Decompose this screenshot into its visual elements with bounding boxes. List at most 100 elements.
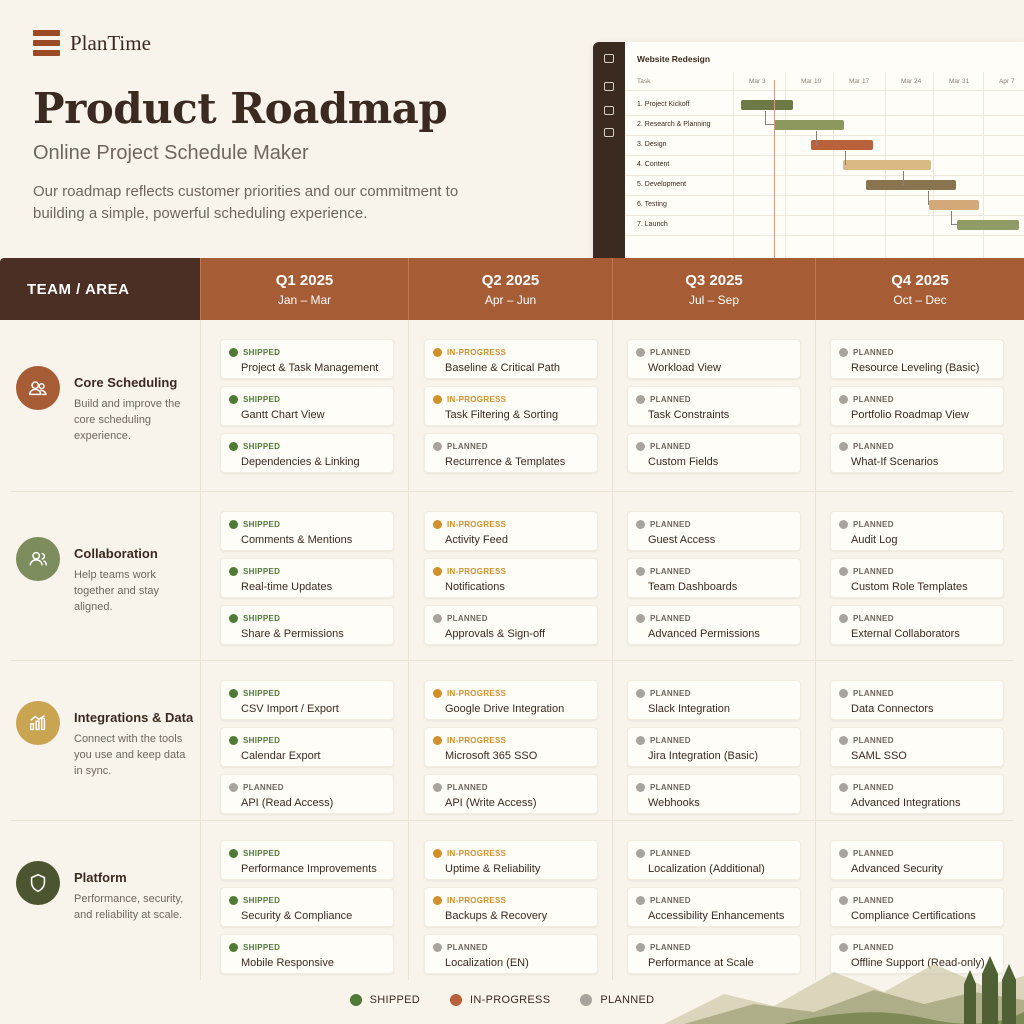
roadmap-item-card[interactable]: PLANNED Advanced Permissions [627, 605, 801, 645]
status-badge: PLANNED [839, 442, 894, 451]
roadmap-item-card[interactable]: PLANNED Compliance Certifications [830, 887, 1004, 927]
roadmap-item-card[interactable]: PLANNED Custom Role Templates [830, 558, 1004, 598]
roadmap-item-card[interactable]: PLANNED Team Dashboards [627, 558, 801, 598]
roadmap-item-card[interactable]: IN-PROGRESS Uptime & Reliability [424, 840, 598, 880]
status-badge: PLANNED [229, 783, 284, 792]
roadmap-item-card[interactable]: PLANNED Data Connectors [830, 680, 1004, 720]
dependency-connector [903, 171, 904, 185]
status-badge: PLANNED [839, 567, 894, 576]
calendar-icon[interactable] [604, 82, 614, 91]
preview-row-line [625, 195, 1024, 196]
quarter-range: Apr – Jun [484, 293, 537, 307]
roadmap-item-card[interactable]: PLANNED Slack Integration [627, 680, 801, 720]
roadmap-item-card[interactable]: PLANNED API (Write Access) [424, 774, 598, 814]
roadmap-item-card[interactable]: PLANNED Webhooks [627, 774, 801, 814]
status-text: PLANNED [447, 783, 488, 792]
roadmap-item-card[interactable]: IN-PROGRESS Backups & Recovery [424, 887, 598, 927]
roadmap-item-card[interactable]: PLANNED Task Constraints [627, 386, 801, 426]
legend-label: IN-PROGRESS [470, 994, 551, 1006]
roadmap-item-card[interactable]: PLANNED Portfolio Roadmap View [830, 386, 1004, 426]
home-icon[interactable] [604, 54, 614, 63]
status-text: IN-PROGRESS [447, 689, 507, 698]
roadmap-item-card[interactable]: SHIPPED Calendar Export [220, 727, 394, 767]
roadmap-item-card[interactable]: PLANNED Advanced Security [830, 840, 1004, 880]
status-dot [636, 395, 645, 404]
roadmap-item-card[interactable]: SHIPPED Mobile Responsive [220, 934, 394, 974]
roadmap-item-card[interactable]: SHIPPED Project & Task Management [220, 339, 394, 379]
roadmap-item-card[interactable]: PLANNED External Collaborators [830, 605, 1004, 645]
status-text: SHIPPED [243, 348, 281, 357]
roadmap-item-card[interactable]: IN-PROGRESS Google Drive Integration [424, 680, 598, 720]
roadmap-item-card[interactable]: SHIPPED Dependencies & Linking [220, 433, 394, 473]
roadmap-item-card[interactable]: PLANNED Guest Access [627, 511, 801, 551]
roadmap-item-card[interactable]: PLANNED Workload View [627, 339, 801, 379]
status-badge: PLANNED [839, 849, 894, 858]
roadmap-table: TEAM / AREA Q1 2025 Jan – Mar Q2 2025 Apr –… [0, 258, 1024, 980]
roadmap-item-card[interactable]: PLANNED Accessibility Enhancements [627, 887, 801, 927]
preview-task-bar[interactable] [741, 100, 793, 110]
item-title: External Collaborators [851, 628, 960, 640]
preview-date-label: Mar 10 [801, 78, 822, 85]
preview-task-bar[interactable] [774, 120, 844, 130]
preview-task-bar[interactable] [811, 140, 873, 150]
status-text: PLANNED [650, 348, 691, 357]
people-icon [16, 536, 60, 581]
roadmap-item-card[interactable]: PLANNED What-If Scenarios [830, 433, 1004, 473]
quarter-name: Q4 2025 [891, 272, 949, 289]
settings-icon[interactable] [604, 128, 614, 137]
roadmap-item-card[interactable]: PLANNED Localization (Additional) [627, 840, 801, 880]
status-text: IN-PROGRESS [447, 736, 507, 745]
legend-label: SHIPPED [369, 994, 421, 1006]
roadmap-item-card[interactable]: PLANNED Audit Log [830, 511, 1004, 551]
roadmap-item-card[interactable]: IN-PROGRESS Activity Feed [424, 511, 598, 551]
roadmap-item-card[interactable]: PLANNED Jira Integration (Basic) [627, 727, 801, 767]
status-dot [433, 896, 442, 905]
status-badge: PLANNED [839, 896, 894, 905]
preview-grid-line [833, 72, 834, 260]
status-badge: PLANNED [433, 614, 488, 623]
preview-task-bar[interactable] [843, 160, 931, 170]
folder-icon[interactable] [604, 106, 614, 115]
roadmap-item-card[interactable]: SHIPPED Gantt Chart View [220, 386, 394, 426]
preview-row-line [625, 235, 1024, 236]
item-title: Dependencies & Linking [241, 456, 360, 468]
status-text: PLANNED [650, 614, 691, 623]
status-badge: IN-PROGRESS [433, 689, 506, 698]
roadmap-item-card[interactable]: PLANNED Approvals & Sign-off [424, 605, 598, 645]
preview-task-bar[interactable] [866, 180, 956, 190]
quarter-header: Q3 2025 Jul – Sep [612, 258, 815, 320]
preview-task-bar[interactable] [929, 200, 979, 210]
status-text: PLANNED [853, 689, 894, 698]
status-text: PLANNED [853, 520, 894, 529]
roadmap-item-card[interactable]: IN-PROGRESS Notifications [424, 558, 598, 598]
roadmap-item-card[interactable]: IN-PROGRESS Baseline & Critical Path [424, 339, 598, 379]
preview-task-label: 5. Development [637, 181, 687, 188]
status-badge: IN-PROGRESS [433, 849, 506, 858]
roadmap-item-card[interactable]: IN-PROGRESS Microsoft 365 SSO [424, 727, 598, 767]
preview-task-bar[interactable] [957, 220, 1019, 230]
roadmap-item-card[interactable]: PLANNED Custom Fields [627, 433, 801, 473]
today-marker [774, 80, 775, 260]
brand-logo[interactable]: PlanTime [33, 30, 151, 56]
roadmap-item-card[interactable]: SHIPPED CSV Import / Export [220, 680, 394, 720]
roadmap-item-card[interactable]: SHIPPED Performance Improvements [220, 840, 394, 880]
roadmap-item-card[interactable]: SHIPPED Comments & Mentions [220, 511, 394, 551]
roadmap-item-card[interactable]: PLANNED Resource Leveling (Basic) [830, 339, 1004, 379]
roadmap-item-card[interactable]: PLANNED Localization (EN) [424, 934, 598, 974]
roadmap-item-card[interactable]: PLANNED Recurrence & Templates [424, 433, 598, 473]
preview-sidebar [593, 42, 625, 260]
area-description: Help teams work together and stay aligne… [74, 568, 160, 613]
roadmap-item-card[interactable]: PLANNED API (Read Access) [220, 774, 394, 814]
roadmap-item-card[interactable]: SHIPPED Security & Compliance [220, 887, 394, 927]
roadmap-item-card[interactable]: IN-PROGRESS Task Filtering & Sorting [424, 386, 598, 426]
roadmap-item-card[interactable]: PLANNED Advanced Integrations [830, 774, 1004, 814]
status-badge: PLANNED [636, 896, 691, 905]
item-title: Approvals & Sign-off [445, 628, 546, 640]
roadmap-item-card[interactable]: PLANNED SAML SSO [830, 727, 1004, 767]
status-badge: PLANNED [636, 614, 691, 623]
roadmap-item-card[interactable]: SHIPPED Real-time Updates [220, 558, 394, 598]
status-text: PLANNED [650, 567, 691, 576]
brand-name: PlanTime [70, 30, 151, 55]
roadmap-item-card[interactable]: SHIPPED Share & Permissions [220, 605, 394, 645]
item-title: Resource Leveling (Basic) [851, 362, 980, 374]
